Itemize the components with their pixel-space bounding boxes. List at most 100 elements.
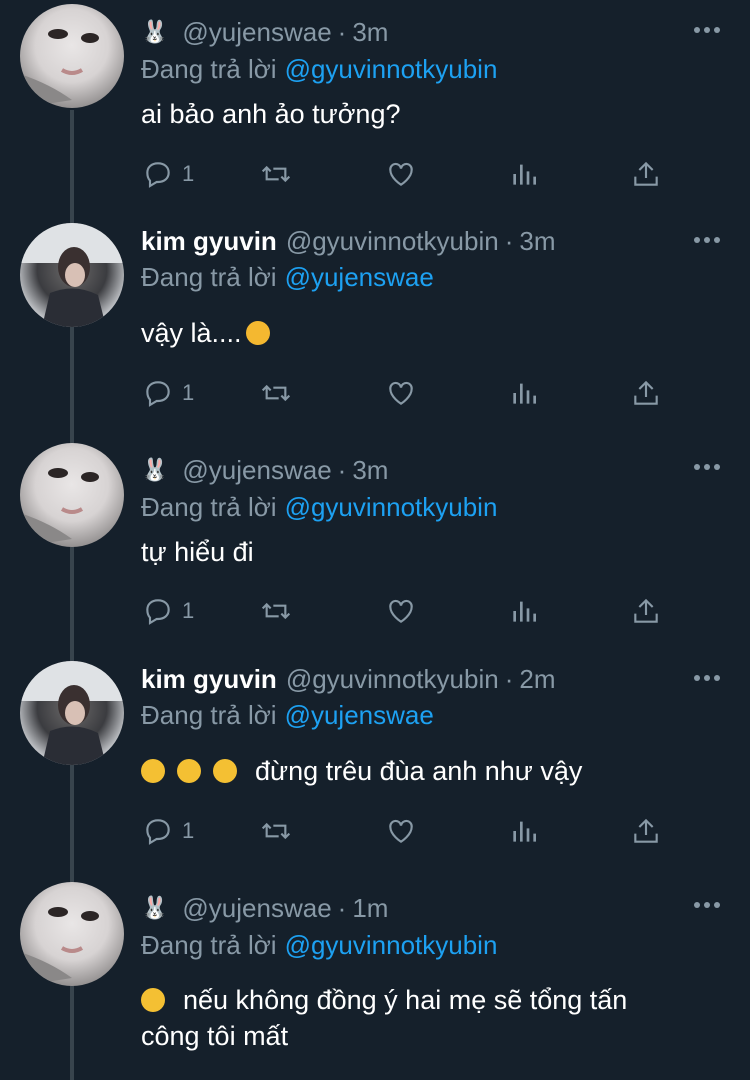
like-button[interactable] (385, 813, 417, 849)
retweet-button[interactable] (260, 593, 292, 629)
tweet-actions: 1 (142, 156, 682, 192)
more-icon[interactable] (694, 675, 720, 683)
tweet-text: nếu không đồng ý hai mẹ sẽ tổng tấn công… (141, 982, 701, 1054)
display-name[interactable]: kim gyuvin (141, 226, 277, 257)
reply-count: 1 (182, 380, 195, 405)
mention-link[interactable]: @gyuvinnotkyubin (285, 492, 498, 522)
reply-prefix: Đang trả lời (141, 492, 277, 522)
mention-link[interactable]: @yujenswae (285, 700, 434, 730)
avatar[interactable] (20, 223, 124, 327)
tweet-text-line: nếu không đồng ý hai mẹ sẽ tổng tấn (183, 985, 628, 1015)
timestamp[interactable]: 2m (519, 664, 555, 695)
retweet-icon (261, 822, 291, 840)
crying-emoji (141, 759, 165, 783)
display-name[interactable]: 🐰 (141, 895, 168, 921)
handle[interactable]: @yujenswae (182, 17, 331, 48)
retweet-icon (261, 602, 291, 620)
reply-context: Đang trả lời @yujenswae (141, 262, 434, 293)
analytics-icon (513, 164, 536, 185)
analytics-button[interactable] (508, 813, 540, 849)
tweet-actions: 1 (142, 813, 682, 849)
reply-icon (146, 599, 170, 625)
analytics-icon (513, 383, 536, 404)
avatar[interactable] (20, 882, 124, 986)
avatar[interactable] (20, 443, 124, 547)
reply-icon (146, 819, 170, 845)
reply-count: 1 (182, 818, 195, 843)
like-icon (389, 819, 413, 843)
reply-prefix: Đang trả lời (141, 262, 277, 292)
reply-context: Đang trả lời @gyuvinnotkyubin (141, 54, 497, 85)
reply-context: Đang trả lời @gyuvinnotkyubin (141, 492, 497, 523)
share-icon (634, 380, 658, 405)
separator-dot: · (504, 225, 514, 256)
tweet-text-body: ai bảo anh ảo tưởng? (141, 99, 401, 129)
separator-dot: · (337, 454, 347, 485)
share-button[interactable] (630, 593, 662, 629)
like-icon (389, 381, 413, 405)
analytics-button[interactable] (508, 156, 540, 192)
like-button[interactable] (385, 156, 417, 192)
mention-link[interactable]: @yujenswae (285, 262, 434, 292)
reply-button[interactable]: 1 (142, 813, 194, 849)
like-button[interactable] (385, 375, 417, 411)
retweet-button[interactable] (260, 375, 292, 411)
mention-link[interactable]: @gyuvinnotkyubin (285, 930, 498, 960)
analytics-icon (513, 821, 536, 842)
avatar[interactable] (20, 661, 124, 765)
tweet-text-line: công tôi mất (141, 1021, 289, 1051)
reply-button[interactable]: 1 (142, 593, 194, 629)
reply-prefix: Đang trả lời (141, 54, 277, 84)
display-name[interactable]: 🐰 (141, 457, 168, 483)
share-button[interactable] (630, 156, 662, 192)
tweet-text: đừng trêu đùa anh như vậy (141, 753, 701, 789)
reply-button[interactable]: 1 (142, 156, 194, 192)
separator-dot: · (337, 16, 347, 47)
crying-emoji (177, 759, 201, 783)
share-icon (634, 161, 658, 186)
reply-count: 1 (182, 161, 195, 186)
star-struck-emoji (245, 321, 270, 345)
tweet-text: ai bảo anh ảo tưởng? (141, 96, 701, 132)
share-button[interactable] (630, 375, 662, 411)
handle[interactable]: @gyuvinnotkyubin (286, 664, 499, 695)
display-name[interactable]: kim gyuvin (141, 664, 277, 695)
retweet-icon (261, 165, 291, 183)
avatar[interactable] (20, 4, 124, 108)
handle[interactable]: @gyuvinnotkyubin (286, 226, 499, 257)
more-icon[interactable] (694, 27, 720, 35)
tweet-actions: 1 (142, 593, 682, 629)
timestamp[interactable]: 1m (352, 893, 388, 924)
separator-dot: · (504, 663, 514, 694)
tweet-text: vậy là.... (141, 315, 701, 351)
tweet-text-body: đừng trêu đùa anh như vậy (255, 756, 583, 786)
retweet-button[interactable] (260, 813, 292, 849)
crying-emoji (213, 759, 237, 783)
retweet-button[interactable] (260, 156, 292, 192)
unamused-emoji (141, 988, 165, 1012)
reply-icon (146, 381, 170, 407)
timestamp[interactable]: 3m (352, 17, 388, 48)
reply-context: Đang trả lời @gyuvinnotkyubin (141, 930, 497, 961)
handle[interactable]: @yujenswae (182, 893, 331, 924)
timestamp[interactable]: 3m (352, 455, 388, 486)
share-icon (634, 598, 658, 623)
display-name[interactable]: 🐰 (141, 19, 168, 45)
share-button[interactable] (630, 813, 662, 849)
reply-context: Đang trả lời @yujenswae (141, 700, 434, 731)
analytics-button[interactable] (508, 375, 540, 411)
reply-prefix: Đang trả lời (141, 930, 277, 960)
handle[interactable]: @yujenswae (182, 455, 331, 486)
reply-button[interactable]: 1 (142, 375, 194, 411)
more-icon[interactable] (694, 902, 720, 910)
tweet-text: tự hiểu đi (141, 534, 701, 570)
separator-dot: · (337, 892, 347, 923)
like-button[interactable] (385, 593, 417, 629)
more-icon[interactable] (694, 464, 720, 472)
mention-link[interactable]: @gyuvinnotkyubin (285, 54, 498, 84)
more-icon[interactable] (694, 237, 720, 245)
timestamp[interactable]: 3m (519, 226, 555, 257)
share-icon (634, 818, 658, 843)
analytics-button[interactable] (508, 593, 540, 629)
analytics-icon (513, 601, 536, 622)
